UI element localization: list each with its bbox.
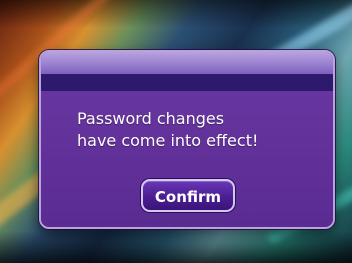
dialog-title-band	[41, 74, 333, 91]
dialog-message: Password changes have come into effect!	[77, 108, 317, 152]
screen-background: Password changes have come into effect! …	[0, 0, 352, 263]
dialog-header	[41, 52, 333, 74]
confirm-button[interactable]: Confirm	[141, 179, 235, 212]
password-changed-dialog: Password changes have come into effect! …	[39, 50, 335, 229]
dialog-message-line-1: Password changes	[77, 109, 225, 128]
dialog-message-line-2: have come into effect!	[77, 131, 259, 150]
